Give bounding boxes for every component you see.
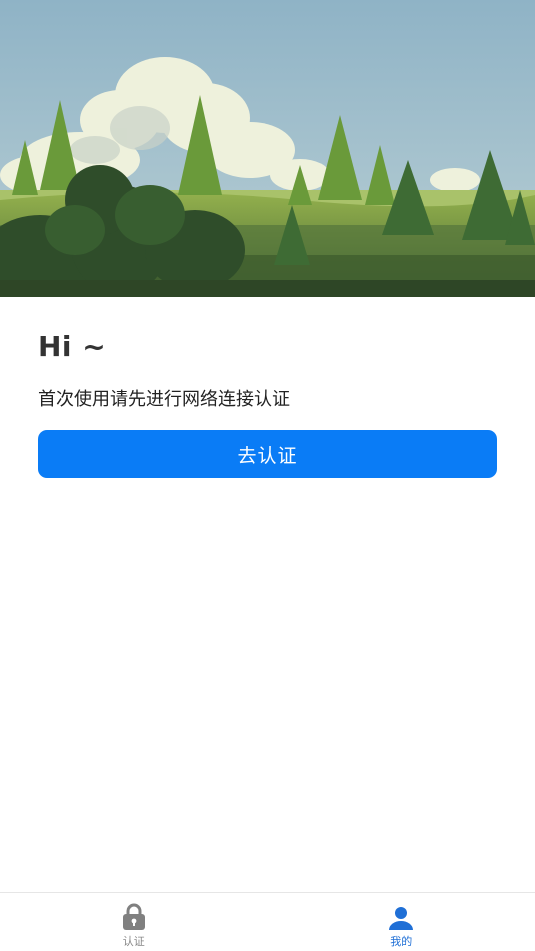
go-authenticate-button[interactable]: 去认证: [38, 430, 497, 478]
greeting-heading: Hi ~: [38, 330, 107, 363]
hero-landscape-image: [0, 0, 535, 297]
page: Hi ~ 首次使用请先进行网络连接认证 去认证 认证 我的: [0, 0, 535, 951]
tab-mine-label: 我的: [390, 935, 413, 948]
user-icon: [389, 907, 414, 930]
tab-mine[interactable]: 我的: [268, 893, 535, 951]
lock-icon: [122, 903, 145, 930]
tab-auth-label: 认证: [122, 935, 145, 948]
bottom-tab-bar: 认证 我的: [0, 892, 535, 951]
auth-instruction-text: 首次使用请先进行网络连接认证: [38, 389, 290, 410]
tab-auth[interactable]: 认证: [0, 893, 268, 951]
